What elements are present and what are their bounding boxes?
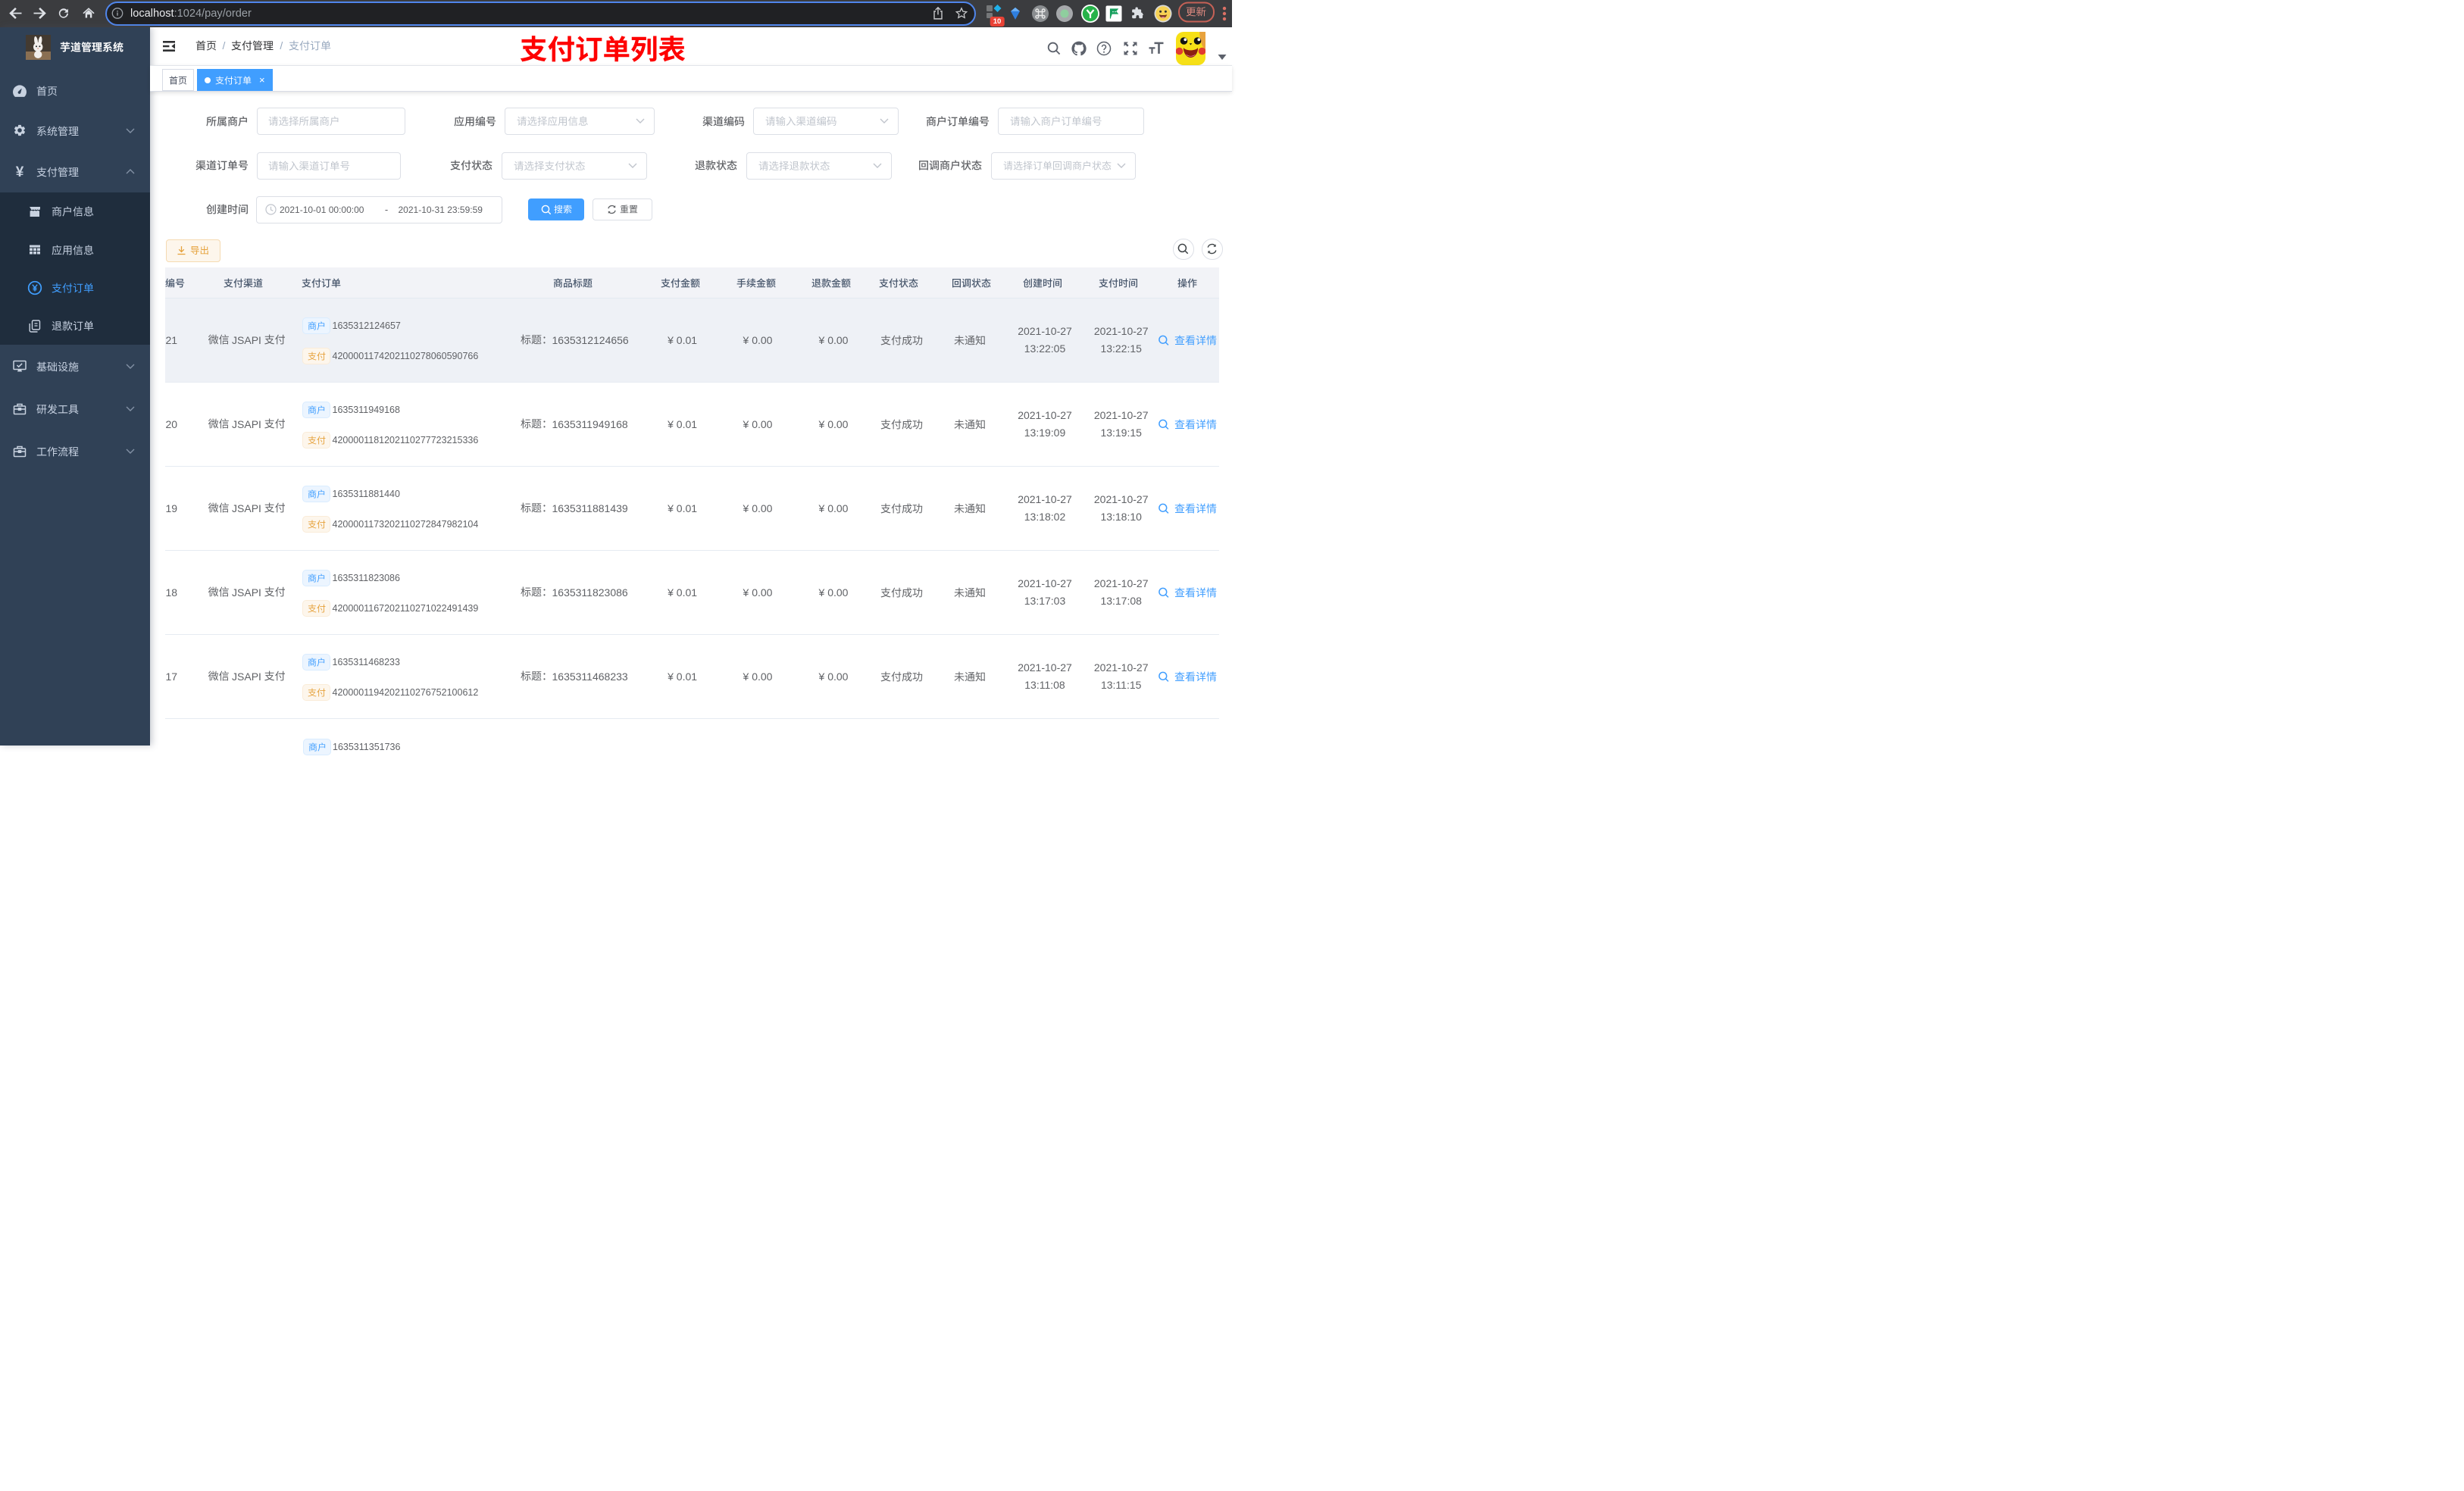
svg-text:¥: ¥	[15, 165, 23, 179]
